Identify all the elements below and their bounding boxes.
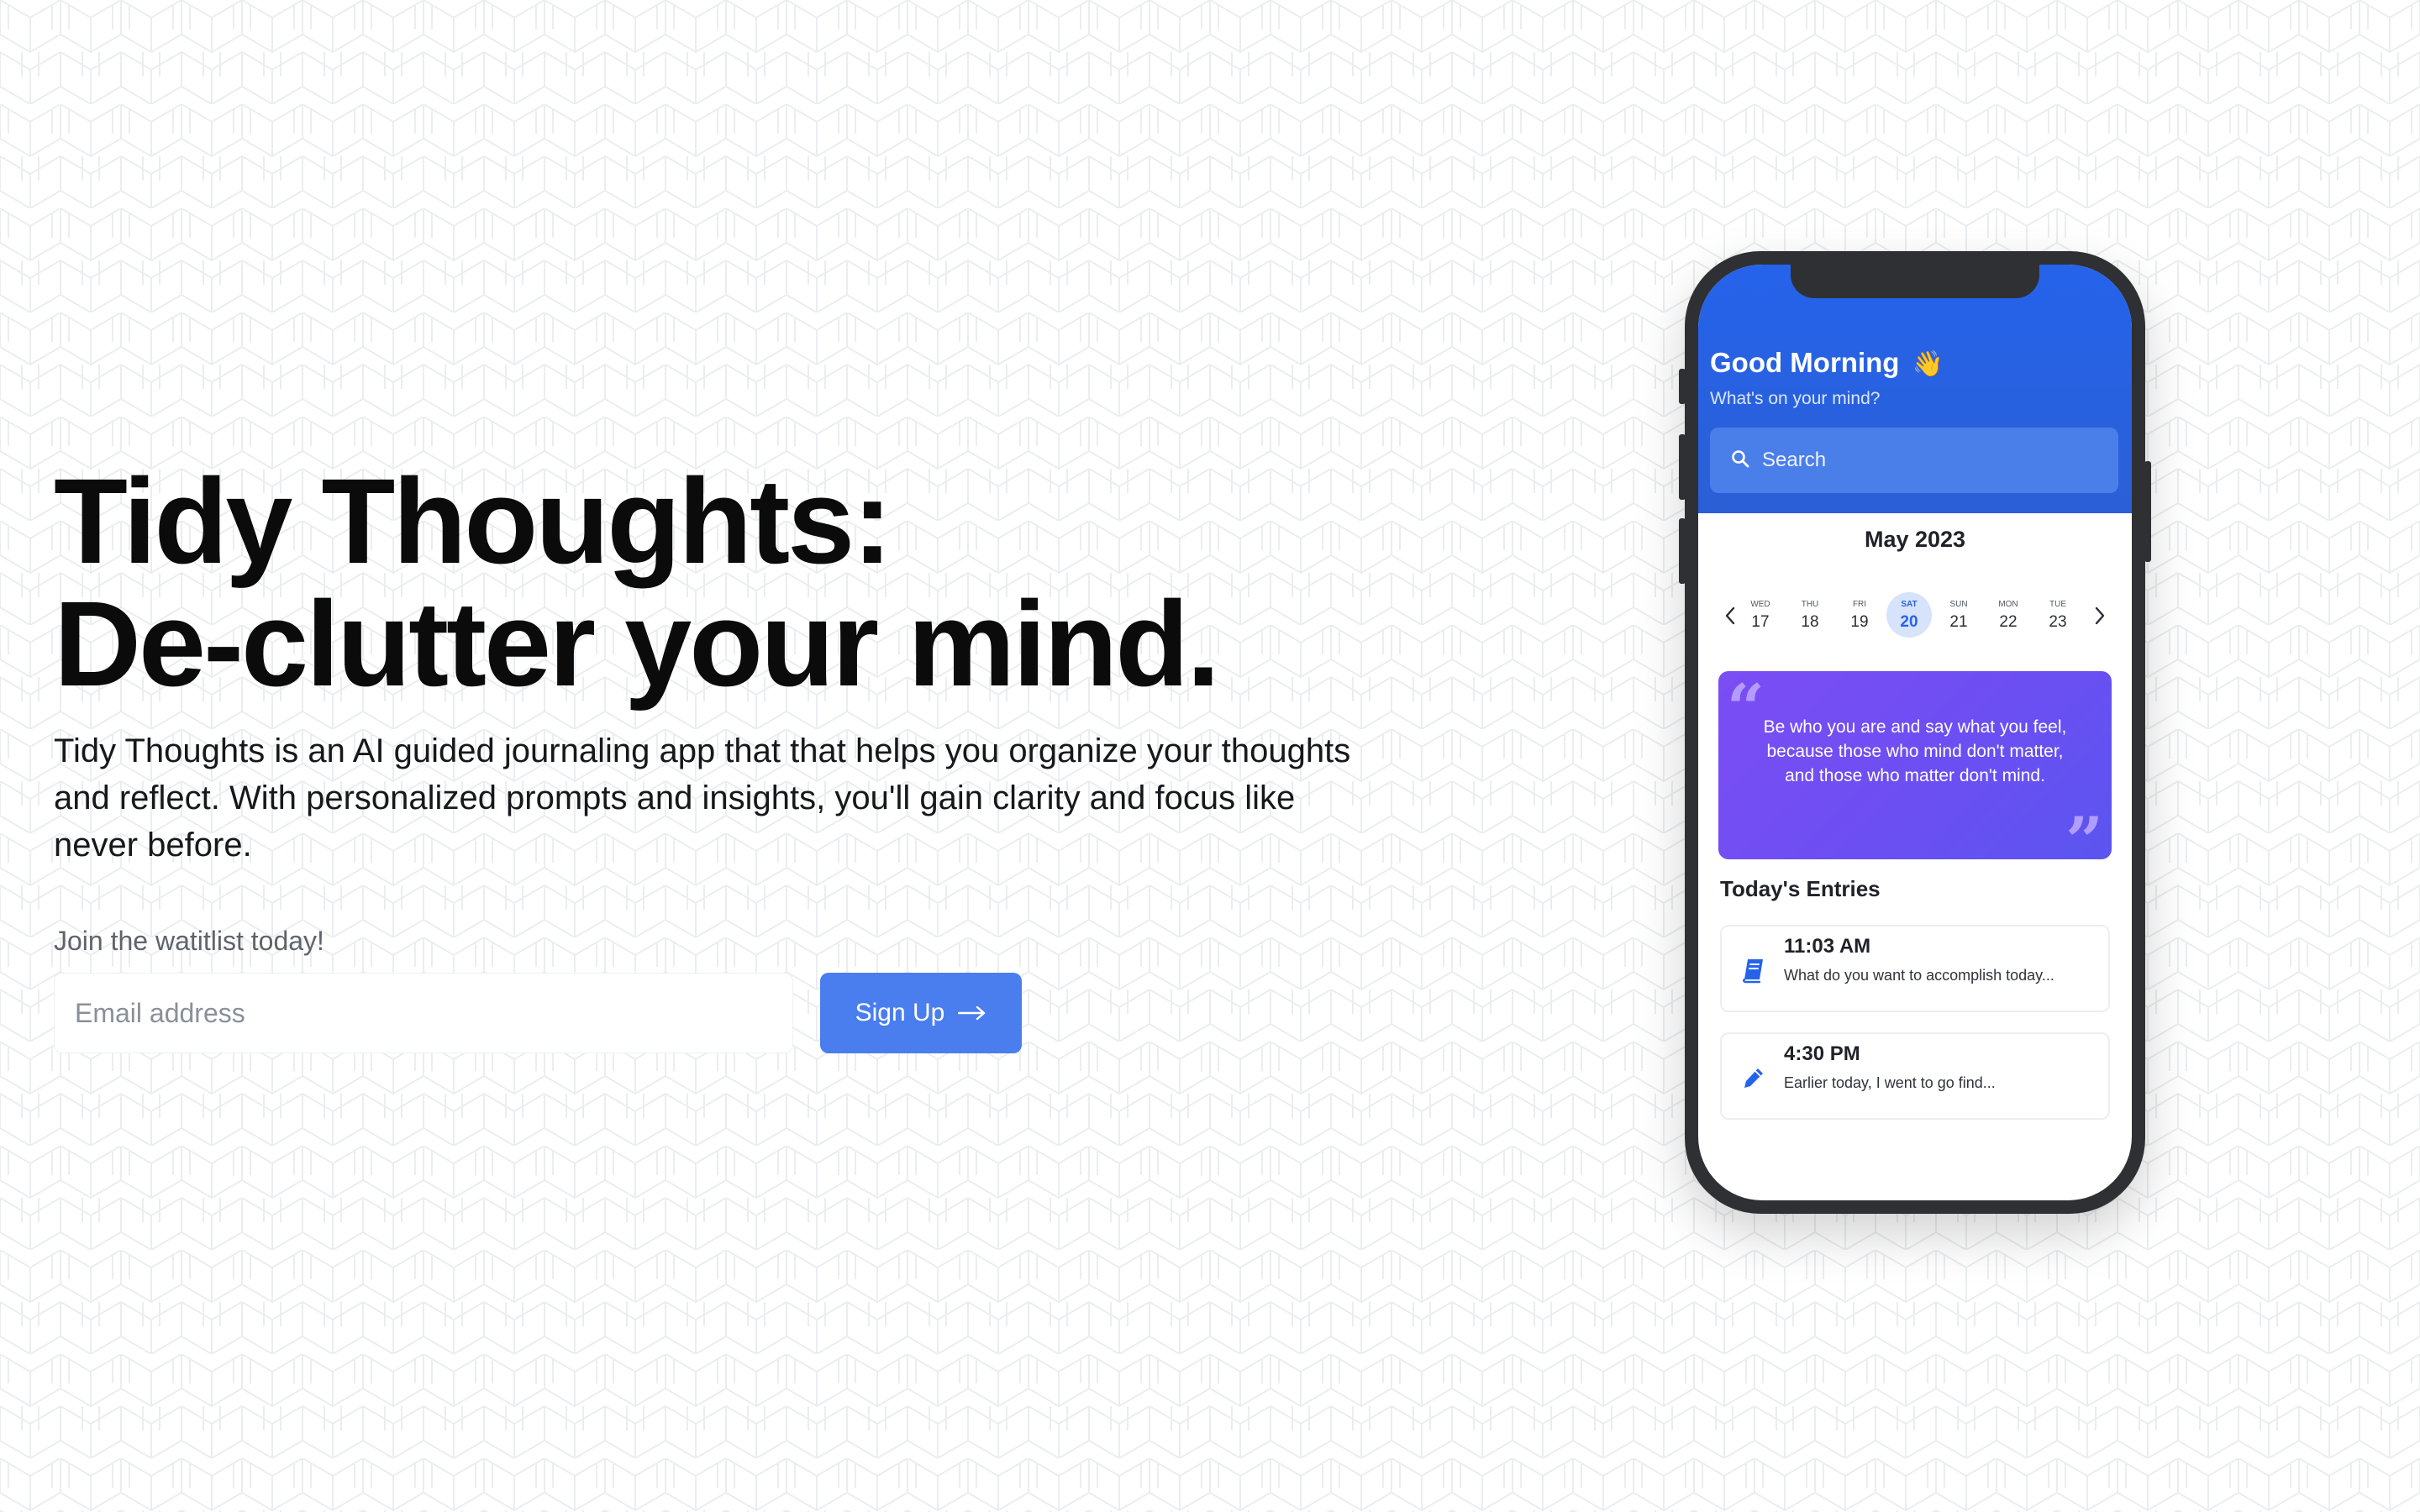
phone-mockup: Good Morning 👋 What's on your mind? Sear… — [1679, 251, 2151, 1214]
day-of-week-label: SUN — [1949, 600, 1968, 609]
waitlist-label: Join the watitlist today! — [54, 926, 324, 956]
hero-description: Tidy Thoughts is an AI guided journaling… — [54, 732, 1351, 864]
day-of-week-label: FRI — [1852, 600, 1867, 609]
todays-entries-title: Today's Entries — [1720, 876, 1881, 901]
app-header: Good Morning 👋 What's on your mind? Sear… — [1698, 265, 2132, 513]
book-icon — [1739, 955, 1769, 985]
calendar-day-wed[interactable]: WED 17 — [1738, 592, 1783, 638]
calendar-month: May 2023 — [1864, 527, 1966, 552]
phone-volume-up-button — [1679, 434, 1686, 500]
day-of-week-label: TUE — [2049, 600, 2066, 609]
day-of-week-label: THU — [1801, 600, 1819, 609]
day-number: 20 — [1900, 613, 1918, 631]
phone-screen: Good Morning 👋 What's on your mind? Sear… — [1698, 265, 2132, 1200]
calendar-day-sat-selected[interactable]: SAT 20 — [1886, 592, 1932, 638]
calendar-day-tue[interactable]: TUE 23 — [2035, 592, 2081, 638]
phone-power-button — [2144, 461, 2151, 562]
hero-headline: Tidy Thoughts: De-clutter your mind. — [54, 460, 1398, 706]
calendar-day-mon[interactable]: MON 22 — [1986, 592, 2031, 638]
entry-card[interactable]: 4:30 PM Earlier today, I went to go find… — [1720, 1032, 2110, 1120]
day-of-week-label: MON — [1998, 600, 2018, 609]
sign-up-button[interactable]: Sign Up — [820, 973, 1022, 1053]
headline-line-2: De-clutter your mind. — [54, 576, 1220, 711]
entry-time: 11:03 AM — [1784, 935, 1871, 958]
week-calendar: WED 17 THU 18 FRI 19 SAT 20 SUN 21 MON 2… — [1698, 592, 2132, 643]
arrow-right-icon — [958, 1005, 986, 1021]
day-number: 22 — [1999, 613, 2018, 631]
day-of-week-label: WED — [1750, 600, 1770, 609]
day-number: 18 — [1801, 613, 1819, 631]
headline-line-1: Tidy Thoughts: — [54, 454, 892, 589]
entry-time: 4:30 PM — [1784, 1042, 1860, 1065]
waving-hand-icon: 👋 — [1912, 350, 1944, 378]
calendar-day-thu[interactable]: THU 18 — [1787, 592, 1833, 638]
app-search-bar[interactable]: Search — [1710, 428, 2118, 493]
day-number: 23 — [2049, 613, 2067, 631]
day-number: 21 — [1949, 613, 1968, 631]
quote-text: Be who you are and say what you feel, be… — [1763, 717, 2067, 785]
phone-notch — [1791, 265, 2039, 298]
search-placeholder: Search — [1762, 449, 1827, 471]
quote-card: “ Be who you are and say what you feel, … — [1718, 671, 2112, 874]
email-input[interactable] — [54, 973, 793, 1053]
sign-up-label: Sign Up — [855, 999, 945, 1026]
signup-form: Sign Up — [54, 973, 1398, 1053]
calendar-day-sun[interactable]: SUN 21 — [1936, 592, 1981, 638]
calendar-day-fri[interactable]: FRI 19 — [1837, 592, 1882, 638]
pencil-icon — [1739, 1063, 1769, 1093]
greeting-title: Good Morning 👋 — [1710, 347, 1944, 379]
greeting-subtitle: What's on your mind? — [1710, 389, 1881, 408]
calendar-next-button[interactable] — [2088, 604, 2112, 627]
day-number: 17 — [1751, 613, 1770, 631]
entry-card[interactable]: 11:03 AM What do you want to accomplish … — [1720, 925, 2110, 1012]
phone-side-button — [1679, 369, 1686, 404]
day-of-week-label: SAT — [1901, 600, 1918, 609]
entry-preview: Earlier today, I went to go find... — [1784, 1074, 1996, 1091]
day-number: 19 — [1850, 613, 1869, 631]
close-quote-icon: ” — [2065, 803, 2103, 879]
hero-section: Tidy Thoughts: De-clutter your mind. Tid… — [54, 460, 1398, 1053]
search-icon — [1730, 449, 1750, 473]
greeting-text: Good Morning — [1710, 347, 1900, 378]
phone-volume-down-button — [1679, 518, 1686, 584]
entry-preview: What do you want to accomplish today... — [1784, 967, 2054, 984]
